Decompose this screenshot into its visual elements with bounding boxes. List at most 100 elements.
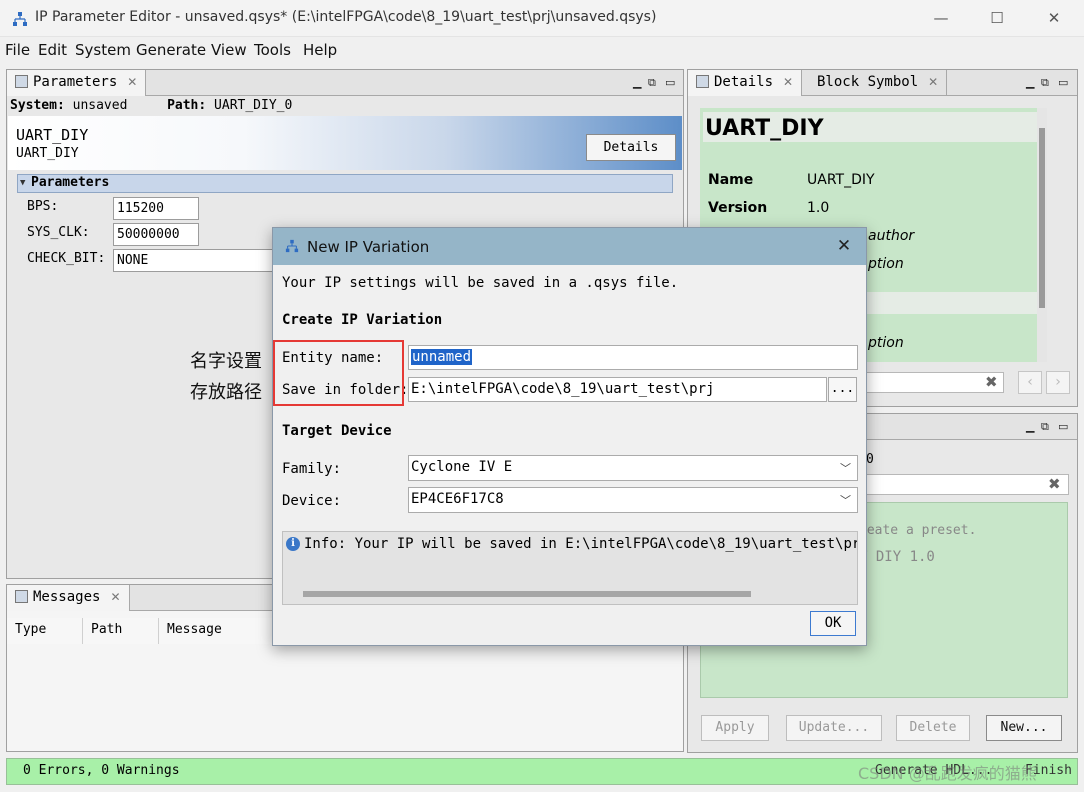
info-icon: i — [286, 537, 300, 551]
menu-tools[interactable]: Tools — [254, 41, 291, 59]
new-preset-button[interactable]: New... — [986, 715, 1062, 741]
family-select[interactable]: Cyclone IV E ﹀ — [408, 455, 858, 481]
details-scrollbar[interactable] — [1037, 108, 1047, 362]
tab-parameters[interactable]: Parameters ✕ — [7, 70, 147, 96]
column-path[interactable]: Path — [83, 618, 159, 644]
dialog-titlebar[interactable]: New IP Variation ✕ — [273, 228, 866, 265]
save-folder-input[interactable]: E:\intelFPGA\code\8_19\uart_test\prj — [408, 377, 827, 402]
tab-parameters-label: Parameters — [33, 74, 118, 90]
messages-tab-icon — [15, 590, 28, 603]
close-tab-icon[interactable]: ✕ — [127, 75, 137, 89]
window-title: IP Parameter Editor - unsaved.qsys* (E:\… — [35, 9, 657, 25]
device-select[interactable]: EP4CE6F17C8 ﹀ — [408, 487, 858, 513]
maximize-panel-icon[interactable]: ▭ — [1058, 76, 1068, 89]
minimize-panel-icon[interactable]: ▁ — [1026, 76, 1034, 89]
tab-block-symbol-label: Block Symbol — [817, 74, 919, 90]
minimize-panel-icon[interactable]: ▁ — [633, 76, 641, 89]
details-author-partial: author — [868, 228, 915, 244]
menu-view[interactable]: View — [211, 41, 247, 59]
path-label: Path: — [167, 98, 207, 113]
entity-name-value: unnamed — [411, 349, 473, 365]
family-label: Family: — [282, 461, 342, 477]
component-subtitle: UART_DIY — [16, 146, 79, 161]
collapse-triangle-icon[interactable]: ▼ — [20, 178, 25, 188]
details-name-key: Name — [708, 172, 754, 188]
entity-name-input[interactable]: unnamed — [408, 345, 858, 370]
window-titlebar: IP Parameter Editor - unsaved.qsys* (E:\… — [0, 0, 1084, 37]
menu-system[interactable]: System — [75, 41, 131, 59]
details-description-partial: ption — [868, 256, 904, 272]
maximize-panel-icon[interactable]: ▭ — [665, 76, 675, 89]
info-text: Info: Your IP will be saved in E:\intelF… — [304, 536, 858, 552]
highlight-box — [273, 340, 404, 406]
bps-input[interactable]: 115200 — [113, 197, 199, 220]
component-header: UART_DIY UART_DIY Details — [8, 116, 682, 170]
bps-label: BPS: — [27, 199, 59, 214]
details-tab-icon — [696, 75, 709, 88]
path-value: UART_DIY_0 — [214, 98, 293, 113]
details-scroll-thumb[interactable] — [1039, 128, 1045, 308]
close-tab-icon[interactable]: ✕ — [110, 590, 120, 604]
minimize-button[interactable]: — — [918, 6, 964, 32]
menu-file[interactable]: File — [5, 41, 30, 59]
tab-details[interactable]: Details ✕ — [688, 70, 803, 96]
tab-messages-label: Messages — [33, 589, 101, 605]
maximize-button[interactable]: ☐ — [974, 6, 1020, 32]
menu-help[interactable]: Help — [303, 41, 337, 59]
component-name: UART_DIY — [16, 126, 89, 144]
forward-nav-button[interactable]: › — [1046, 371, 1070, 394]
check-bit-label: CHECK_BIT: — [27, 251, 106, 266]
presets-count-partial: 0 — [866, 452, 874, 467]
clear-search-icon[interactable]: ✖ — [1048, 475, 1061, 493]
section-create-ip-variation: Create IP Variation — [282, 312, 443, 328]
dialog-app-icon — [285, 239, 299, 253]
dialog-title: New IP Variation — [307, 238, 430, 256]
chevron-down-icon: ﹀ — [840, 462, 851, 475]
tab-block-symbol[interactable]: Block Symbol ✕ — [809, 70, 948, 96]
presets-search-input[interactable] — [866, 474, 1069, 495]
details-search-input[interactable] — [866, 372, 1004, 393]
chevron-down-icon: ﹀ — [840, 494, 851, 507]
close-window-button[interactable]: ✕ — [1031, 6, 1077, 32]
status-text: 0 Errors, 0 Warnings — [23, 763, 180, 778]
update-button[interactable]: Update... — [786, 715, 882, 741]
details-description-partial-2: ption — [868, 335, 904, 351]
info-horizontal-scrollbar[interactable] — [303, 591, 751, 597]
sys-clk-label: SYS_CLK: — [27, 225, 90, 240]
back-nav-button[interactable]: ‹ — [1018, 371, 1042, 394]
details-tabbar: Details ✕ Block Symbol ✕ ▁ ⧉ ▭ — [688, 70, 1077, 96]
check-bit-select[interactable]: NONE — [113, 249, 273, 272]
section-target-device: Target Device — [282, 423, 392, 439]
restore-panel-icon[interactable]: ⧉ — [1041, 76, 1049, 90]
details-title: UART_DIY — [703, 112, 1041, 142]
presets-hint: reate a preset. — [859, 523, 977, 538]
device-value: EP4CE6F17C8 — [411, 491, 504, 507]
sys-clk-input[interactable]: 50000000 — [113, 223, 199, 246]
annotation-entity-name: 名字设置 — [190, 351, 262, 372]
info-box: i Info: Your IP will be saved in E:\inte… — [282, 531, 858, 605]
close-tab-icon[interactable]: ✕ — [783, 75, 793, 89]
ok-button[interactable]: OK — [810, 611, 856, 636]
restore-panel-icon[interactable]: ⧉ — [648, 76, 656, 90]
apply-button[interactable]: Apply — [701, 715, 769, 741]
dialog-close-button[interactable]: ✕ — [829, 234, 859, 258]
browse-folder-button[interactable]: ... — [828, 377, 857, 402]
details-button[interactable]: Details — [586, 134, 676, 161]
delete-button[interactable]: Delete — [896, 715, 970, 741]
menu-generate[interactable]: Generate — [136, 41, 206, 59]
system-value: unsaved — [72, 98, 128, 113]
restore-panel-icon[interactable]: ⧉ — [1041, 420, 1049, 434]
annotation-save-path: 存放路径 — [190, 382, 262, 403]
tab-details-label: Details — [714, 74, 774, 90]
parameters-group-header[interactable]: ▼ Parameters — [17, 174, 673, 193]
menu-edit[interactable]: Edit — [38, 41, 67, 59]
clear-search-icon[interactable]: ✖ — [985, 373, 998, 391]
tab-messages[interactable]: Messages ✕ — [7, 585, 130, 611]
parameters-group-label: Parameters — [31, 175, 110, 190]
column-type[interactable]: Type — [7, 618, 83, 644]
details-name-value: UART_DIY — [807, 172, 875, 188]
system-label: System: — [10, 98, 65, 113]
minimize-panel-icon[interactable]: ▁ — [1026, 420, 1034, 433]
close-tab-icon[interactable]: ✕ — [928, 75, 938, 89]
maximize-panel-icon[interactable]: ▭ — [1058, 420, 1068, 433]
